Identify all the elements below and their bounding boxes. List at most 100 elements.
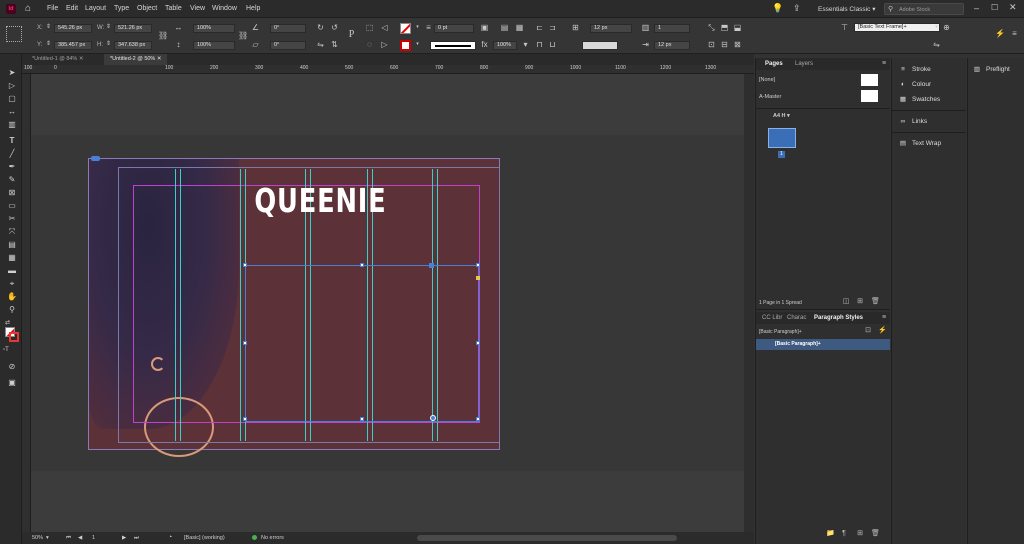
zoom-tool-icon[interactable]: ⚲	[7, 305, 17, 315]
page-number[interactable]: 1	[92, 535, 95, 541]
opacity-field[interactable]: 100%	[493, 41, 517, 50]
eyedropper-tool-icon[interactable]: ⌖	[7, 279, 17, 289]
count-field[interactable]: 1	[654, 24, 690, 33]
note-tool-icon[interactable]: ▬	[7, 266, 17, 276]
rectangle-tool-icon[interactable]: ▭	[7, 201, 17, 211]
shear-icon[interactable]: ▱	[251, 40, 260, 49]
x-field[interactable]: 545.26 px	[54, 24, 92, 33]
fill-dropdown-icon[interactable]: ▾	[413, 23, 422, 32]
in-port[interactable]	[429, 263, 434, 268]
preflight-profile[interactable]: [Basic] (working)	[184, 535, 225, 541]
y-field[interactable]: 385.457 px	[54, 41, 92, 50]
flip-horizontal-icon[interactable]: ⇋	[316, 40, 325, 49]
menu-help[interactable]: Help	[246, 5, 260, 12]
page-size-icon[interactable]: ◫	[842, 298, 850, 306]
auto-fit-icon[interactable]: ⤡	[707, 23, 716, 32]
fill-frame-icon[interactable]: ⊟	[720, 40, 729, 49]
share-icon[interactable]: ⇪	[793, 3, 801, 14]
menu-file[interactable]: File	[47, 5, 58, 12]
text-frame-icon[interactable]: ⊤	[840, 23, 849, 32]
style-list-item-selected[interactable]: [Basic Paragraph]+	[756, 339, 890, 350]
frame-handle[interactable]	[243, 263, 247, 267]
quick-apply-icon[interactable]: ⚡	[878, 327, 887, 335]
apply-style-icon[interactable]: ⊕	[942, 23, 951, 32]
shear-field[interactable]: 0°	[270, 41, 306, 50]
frame-handle[interactable]	[243, 341, 247, 345]
tab-pages[interactable]: Pages	[765, 61, 783, 67]
panel-menu-icon[interactable]: ≡	[880, 60, 888, 68]
stroke-panel-button[interactable]: ≡ Stroke	[898, 63, 931, 77]
reference-point-icon[interactable]	[6, 26, 22, 42]
wrap-none-icon[interactable]: ▤	[500, 23, 509, 32]
select-next-icon[interactable]: ▷	[380, 40, 389, 49]
hand-tool-icon[interactable]: ✋	[7, 292, 17, 302]
new-style-group-icon[interactable]: ⊡	[864, 327, 872, 335]
tab-untitled-1[interactable]: *Untitled-1 @ 84% ✕	[26, 54, 89, 65]
maximize-button[interactable]: ☐	[991, 3, 998, 12]
pen-tool-icon[interactable]: ✒	[7, 162, 17, 172]
wrap-bbox-icon[interactable]: ▦	[515, 23, 524, 32]
folder-icon[interactable]: 📁	[826, 530, 835, 538]
y-stepper-icon[interactable]: ⇕	[44, 40, 53, 49]
gradient-swatch-tool-icon[interactable]: ▤	[7, 240, 17, 250]
align-bottom-icon[interactable]: ⊔	[548, 40, 557, 49]
menu-view[interactable]: View	[190, 5, 205, 12]
tab-layers[interactable]: Layers	[795, 61, 813, 67]
close-tab-icon[interactable]: ✕	[79, 56, 84, 62]
menu-type[interactable]: Type	[114, 5, 129, 12]
clear-overrides-icon[interactable]: ⇋	[932, 40, 941, 49]
quick-apply-icon[interactable]: ⚡	[995, 29, 1005, 38]
stroke-weight-icon[interactable]: ≡	[424, 23, 433, 32]
rotate-cw-icon[interactable]: ↻	[316, 23, 325, 32]
master-none-thumbnail[interactable]	[861, 74, 878, 86]
delete-page-icon[interactable]: 🗑	[871, 298, 880, 306]
panel-menu-icon[interactable]: ≡	[1010, 29, 1019, 38]
live-corner-handle[interactable]	[476, 276, 480, 280]
frame-handle[interactable]	[476, 263, 480, 267]
select-content-icon[interactable]: ◌	[365, 40, 374, 49]
document-page[interactable]: QUEENIE	[88, 156, 500, 457]
frame-handle[interactable]	[243, 417, 247, 421]
new-page-icon[interactable]: ⊞	[856, 298, 864, 306]
menu-edit[interactable]: Edit	[66, 5, 78, 12]
minimize-button[interactable]: –	[974, 3, 979, 13]
stock-search[interactable]: ⚲ Adobe Stock	[884, 3, 964, 15]
line-tool-icon[interactable]: ╱	[7, 149, 17, 159]
vertical-ruler[interactable]	[22, 74, 31, 532]
type-tool-icon[interactable]: T	[7, 136, 17, 146]
horizontal-scrollbar-thumb[interactable]	[417, 535, 677, 541]
new-style-icon[interactable]: ⊞	[856, 530, 864, 538]
gap-tool-icon[interactable]: ↔	[7, 107, 17, 117]
fill-swatch[interactable]	[400, 23, 411, 34]
stroke-type-selector[interactable]	[430, 41, 476, 50]
tint-bar[interactable]	[582, 41, 618, 50]
rectangle-frame-tool-icon[interactable]: ⊠	[7, 188, 17, 198]
tab-untitled-2[interactable]: *Untitled-2 @ 50% ✕	[104, 54, 168, 65]
offset-icon[interactable]: ⇥	[641, 40, 650, 49]
flip-vertical-icon[interactable]: ⇅	[330, 40, 339, 49]
screen-mode-icon[interactable]: ▣	[7, 378, 17, 388]
tab-cc-libraries[interactable]: CC Libr	[762, 315, 782, 321]
fit-frame-icon[interactable]: ⬒	[720, 23, 729, 32]
free-transform-tool-icon[interactable]: ⤧	[7, 227, 17, 237]
horizontal-ruler[interactable]: 100 0 100 200 300 400 500 600 700 800 90…	[22, 65, 754, 74]
rotate-ccw-icon[interactable]: ↺	[330, 23, 339, 32]
home-icon[interactable]: ⌂	[25, 3, 36, 14]
stroke-swatch[interactable]	[400, 40, 411, 51]
tab-character-styles[interactable]: Charac	[787, 315, 806, 321]
align-center-icon[interactable]: ⊐	[548, 23, 557, 32]
clear-overrides-icon[interactable]: ¶	[840, 530, 848, 538]
default-colors-icon[interactable]: ▫T	[3, 347, 9, 353]
gap-field[interactable]: 12 px	[590, 24, 632, 33]
preflight-panel-button[interactable]: ▥ Preflight	[972, 63, 1010, 77]
rotate-field[interactable]: 0°	[270, 24, 306, 33]
page-thumbnail[interactable]	[768, 128, 796, 148]
next-page-icon[interactable]: ▶	[122, 535, 126, 541]
first-page-icon[interactable]: ⏮	[66, 535, 71, 542]
select-previous-icon[interactable]: ◁	[380, 23, 389, 32]
close-button[interactable]: ✕	[1009, 2, 1017, 13]
selected-text-frame[interactable]	[243, 263, 480, 422]
direct-selection-tool-icon[interactable]: ▷	[7, 81, 17, 91]
headline-text[interactable]: QUEENIE	[254, 181, 385, 220]
count-icon[interactable]: ▥	[641, 23, 650, 32]
